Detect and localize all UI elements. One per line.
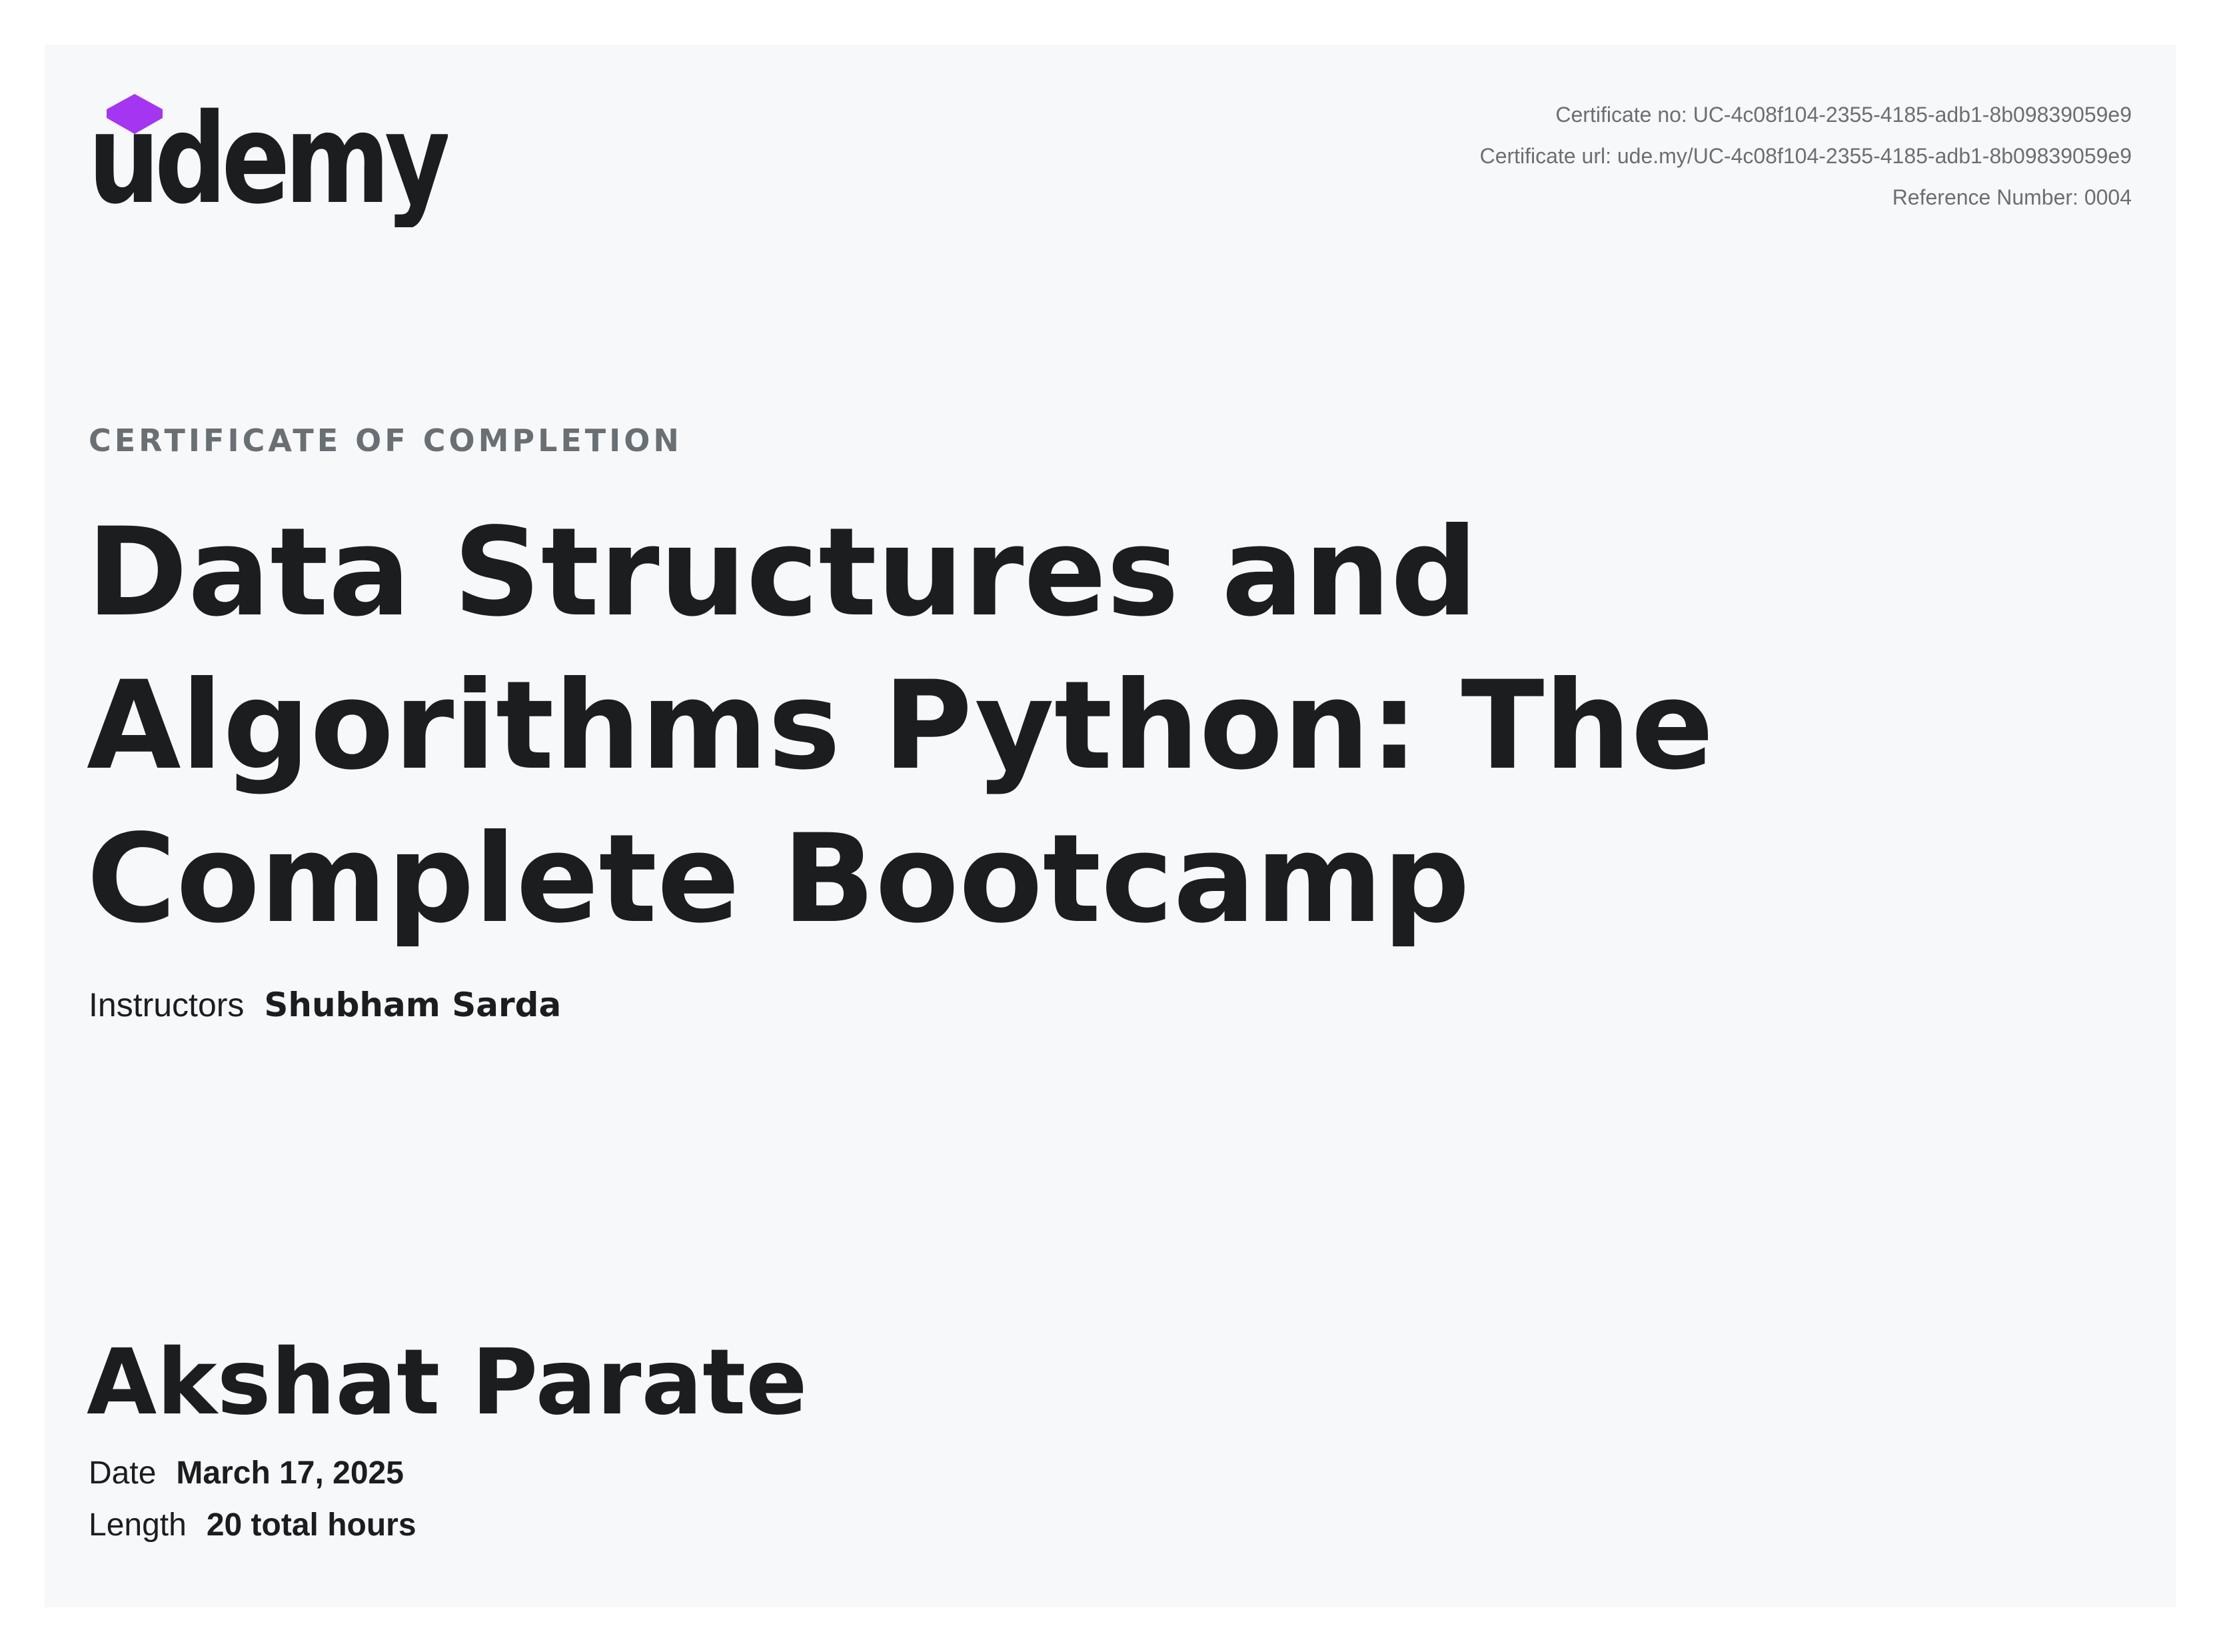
- course-title-line: Data Structures and: [87, 502, 1478, 644]
- length-row: Length 20 total hours: [89, 1507, 416, 1543]
- certificate-meta: Certificate no: UC-4c08f104-2355-4185-ad…: [1480, 94, 2132, 218]
- instructors-row: Instructors Shubham Sarda: [89, 986, 561, 1024]
- certificate-heading: CERTIFICATE OF COMPLETION: [89, 422, 682, 458]
- udemy-logo: udemy: [88, 87, 448, 227]
- date-value: March 17, 2025: [176, 1455, 404, 1491]
- certificate-number: Certificate no: UC-4c08f104-2355-4185-ad…: [1555, 103, 2132, 127]
- course-title-line: Complete Bootcamp: [87, 808, 1470, 950]
- reference-number: Reference Number: 0004: [1892, 185, 2132, 209]
- course-title-line: Algorithms Python: The: [87, 655, 1714, 797]
- date-row: Date March 17, 2025: [89, 1455, 404, 1491]
- logo-wordmark: udemy: [88, 87, 448, 227]
- student-name: Akshat Parate: [87, 1330, 808, 1435]
- length-label: Length: [89, 1507, 187, 1543]
- course-title: Data Structures and Algorithms Python: T…: [87, 496, 1886, 956]
- instructor-name: Shubham Sarda: [264, 986, 562, 1024]
- instructors-label: Instructors: [89, 986, 245, 1024]
- date-label: Date: [89, 1455, 157, 1491]
- length-value: 20 total hours: [206, 1507, 416, 1543]
- certificate-url[interactable]: Certificate url: ude.my/UC-4c08f104-2355…: [1480, 135, 2132, 177]
